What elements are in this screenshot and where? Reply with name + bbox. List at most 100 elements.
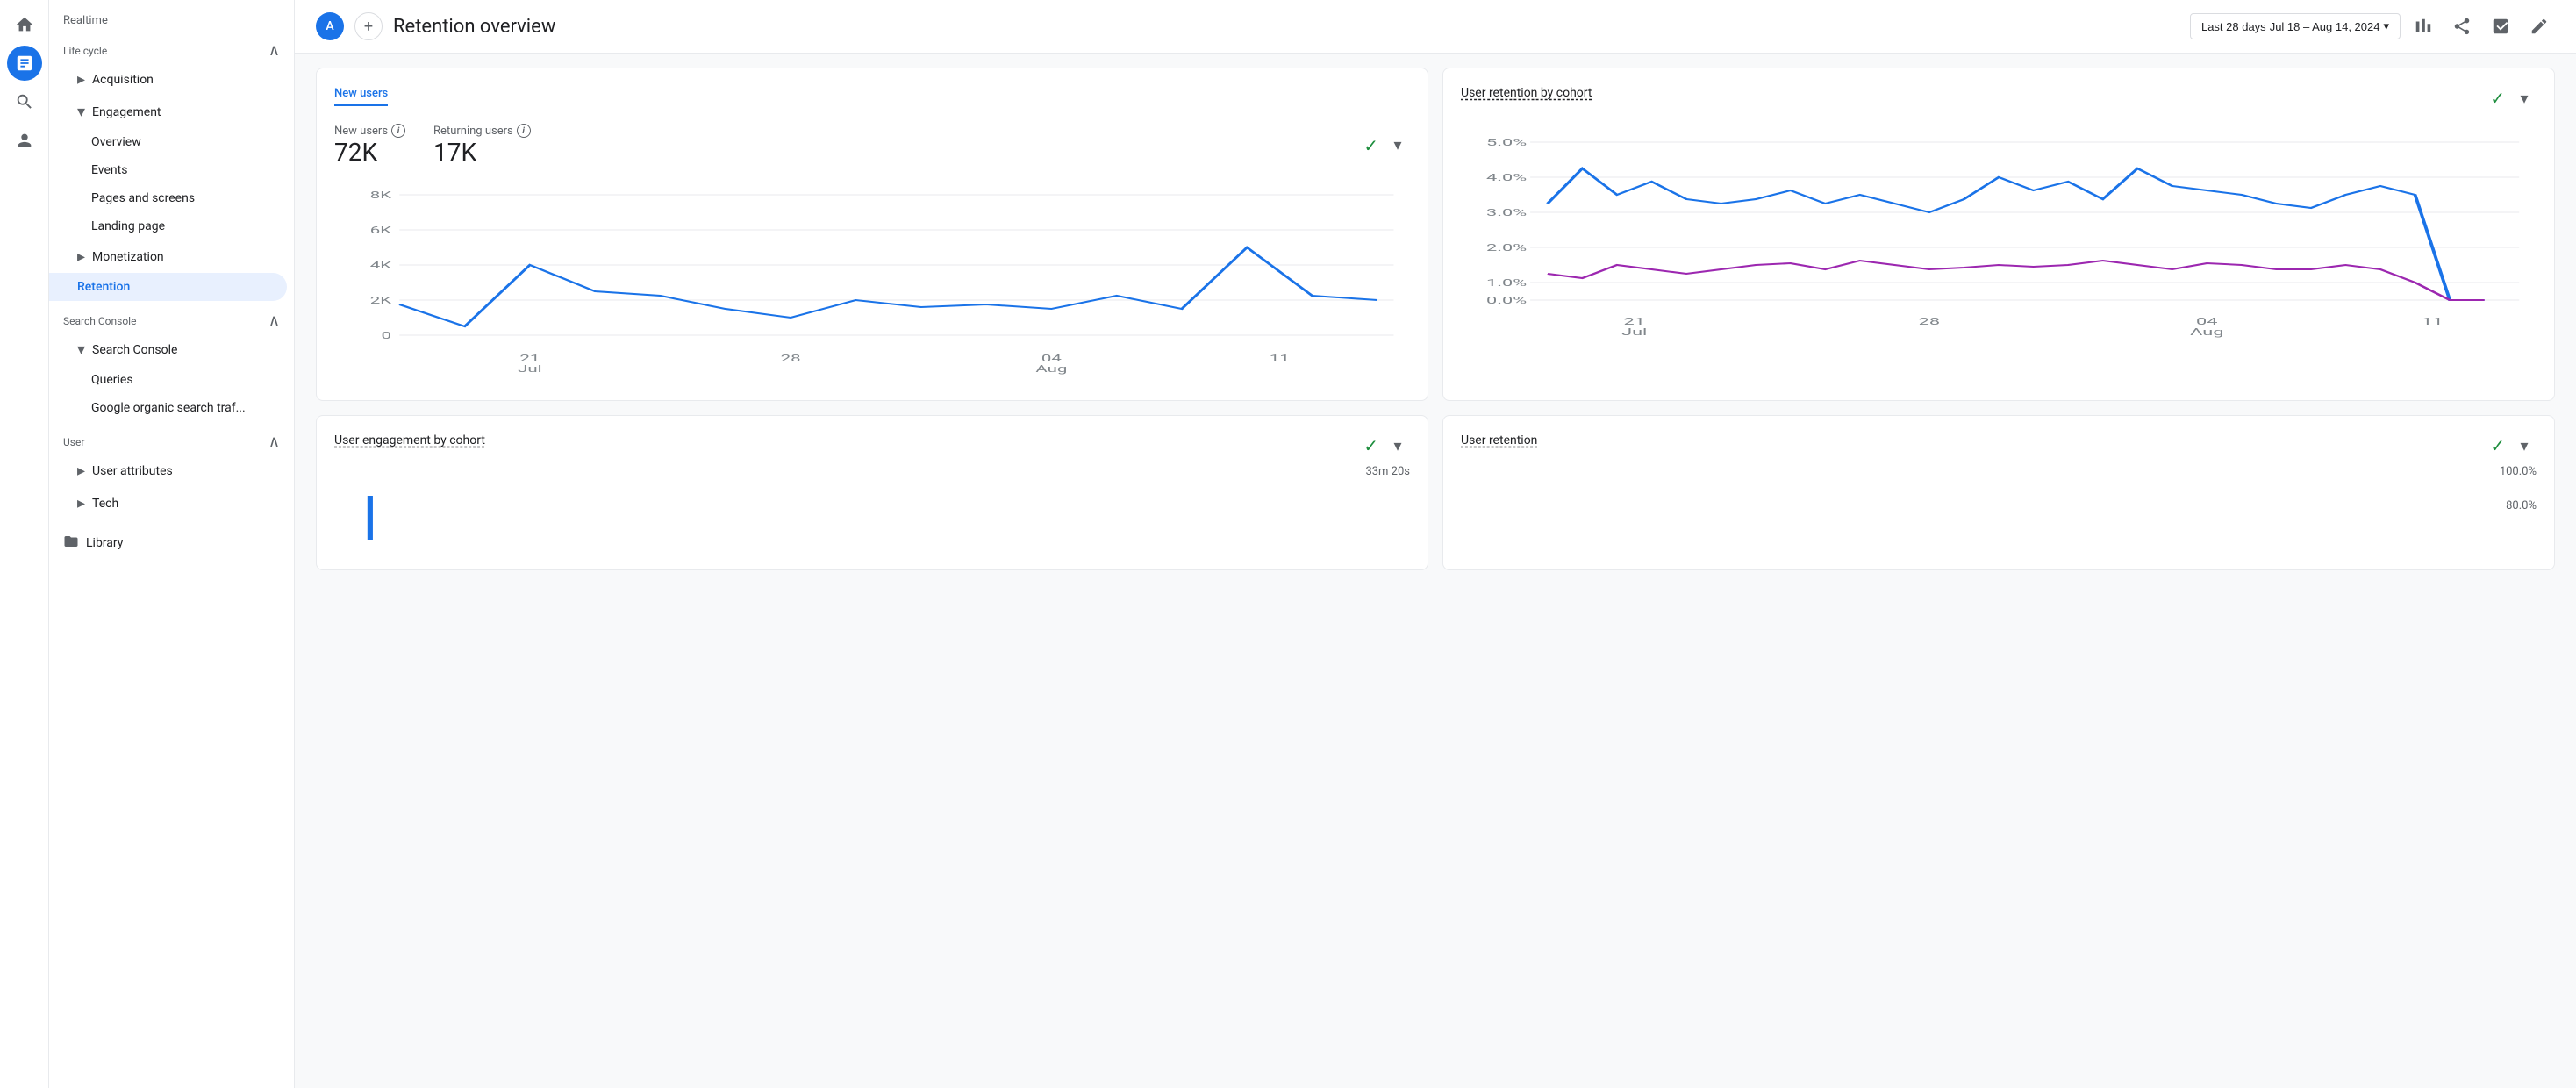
audience-icon[interactable] [7, 123, 42, 158]
library-label: Library [86, 536, 123, 550]
tech-expander: ▸ [77, 494, 85, 512]
sidebar-item-user-attributes[interactable]: ▸ User attributes [49, 455, 287, 487]
lifecycle-chevron[interactable]: ∧ [268, 41, 280, 60]
sidebar-item-retention[interactable]: Retention [49, 273, 287, 301]
landing-page-label: Landing page [91, 219, 165, 233]
user-attributes-label: User attributes [92, 464, 173, 478]
dashboard: New users New users i 72K Returning user… [295, 54, 2576, 584]
engagement-mini-chart [334, 478, 1410, 548]
metrics-row: New users i 72K Returning users i 17K [334, 124, 1410, 167]
search-console-chevron[interactable]: ∧ [268, 311, 280, 330]
sidebar-item-acquisition[interactable]: ▸ Acquisition [49, 63, 287, 96]
svg-text:04: 04 [2196, 316, 2218, 327]
svg-text:Aug: Aug [1035, 364, 1067, 376]
library-folder-icon [63, 533, 79, 553]
svg-text:11: 11 [2422, 316, 2443, 327]
cohort-check-icon: ✓ [2490, 88, 2505, 109]
date-range-button[interactable]: Last 28 days Jul 18 – Aug 14, 2024 ▾ [2190, 13, 2401, 39]
cohort-dropdown-btn[interactable]: ▾ [2512, 86, 2537, 111]
sc-parent-expander: ▾ [77, 340, 85, 359]
date-range-value: Jul 18 – Aug 14, 2024 [2270, 20, 2380, 33]
svg-text:3.0%: 3.0% [1486, 207, 1527, 218]
sidebar-item-search-console-parent[interactable]: ▾ Search Console [49, 333, 287, 366]
add-button[interactable]: + [354, 12, 383, 40]
main-chart-dropdown-btn[interactable]: ▾ [1385, 133, 1410, 158]
date-range-prefix: Last 28 days [2201, 20, 2266, 33]
sidebar-item-pages-screens[interactable]: Pages and screens [49, 184, 287, 212]
engagement-dropdown-btn[interactable]: ▾ [1385, 433, 1410, 458]
analytics-icon[interactable] [7, 46, 42, 81]
user-attributes-expander: ▸ [77, 462, 85, 480]
sidebar: Realtime Life cycle ∧ ▸ Acquisition ▾ En… [49, 0, 295, 1088]
icon-rail [0, 0, 49, 1088]
cohort-chart-controls: ✓ ▾ [2490, 86, 2537, 111]
sidebar-item-landing-page[interactable]: Landing page [49, 212, 287, 240]
home-icon[interactable] [7, 7, 42, 42]
svg-text:6K: 6K [370, 225, 392, 237]
retention-stat-value-1: 100.0% [2500, 465, 2537, 478]
new-users-label: New users [334, 125, 388, 138]
cohort-chart-top: User retention by cohort ✓ ▾ [1461, 86, 2537, 111]
new-users-info-icon[interactable]: i [391, 124, 405, 138]
queries-label: Queries [91, 373, 133, 387]
new-users-value: 72K [334, 138, 405, 167]
svg-text:4.0%: 4.0% [1486, 172, 1527, 183]
compare-icon[interactable] [2408, 11, 2439, 42]
lifecycle-label: Life cycle [63, 45, 107, 57]
monetization-expander: ▸ [77, 247, 85, 266]
svg-text:28: 28 [1919, 316, 1940, 327]
retention-dropdown-btn[interactable]: ▾ [2512, 433, 2537, 458]
svg-text:8K: 8K [370, 190, 392, 202]
top-charts-row: New users New users i 72K Returning user… [316, 68, 2555, 401]
sidebar-item-tech[interactable]: ▸ Tech [49, 487, 287, 519]
search-nav-icon[interactable] [7, 84, 42, 119]
edit-icon[interactable] [2523, 11, 2555, 42]
lifecycle-section-header[interactable]: Life cycle ∧ [49, 31, 294, 63]
user-chevron[interactable]: ∧ [268, 433, 280, 451]
sidebar-item-engagement[interactable]: ▾ Engagement [49, 96, 287, 128]
svg-text:Jul: Jul [518, 364, 541, 376]
engagement-stat-value: 33m 20s [334, 465, 1410, 478]
retention-check-icon: ✓ [2490, 435, 2505, 456]
sidebar-item-google-organic[interactable]: Google organic search traf... [49, 394, 287, 422]
insights-icon[interactable] [2485, 11, 2516, 42]
search-console-section-label: Search Console [63, 315, 136, 327]
new-users-tab[interactable]: New users [334, 87, 388, 106]
cohort-retention-chart-card: User retention by cohort ✓ ▾ [1442, 68, 2555, 401]
retention-stat-value-2: 80.0% [2506, 499, 2537, 512]
main-chart-controls: ✓ ▾ [1363, 124, 1410, 167]
sc-parent-label: Search Console [92, 343, 177, 357]
sidebar-item-monetization[interactable]: ▸ Monetization [49, 240, 287, 273]
svg-text:Aug: Aug [2190, 326, 2223, 338]
page-title: Retention overview [393, 16, 2179, 38]
search-console-section-header[interactable]: Search Console ∧ [49, 301, 294, 333]
user-section-label: User [63, 436, 84, 448]
overview-label: Overview [91, 135, 141, 149]
sidebar-item-queries[interactable]: Queries [49, 366, 287, 394]
svg-text:0.0%: 0.0% [1486, 295, 1527, 306]
date-range-chevron-icon: ▾ [2383, 19, 2389, 33]
engagement-check-icon: ✓ [1363, 435, 1378, 456]
engagement-label: Engagement [92, 105, 161, 119]
returning-users-metric: Returning users i 17K [433, 124, 531, 167]
returning-users-value: 17K [433, 138, 531, 167]
bottom-cards-row: User engagement by cohort ✓ ▾ 33m 20s Us… [316, 415, 2555, 570]
share-icon[interactable] [2446, 11, 2478, 42]
main-chart-check-icon: ✓ [1363, 135, 1378, 156]
returning-users-info-icon[interactable]: i [517, 124, 531, 138]
sidebar-item-events[interactable]: Events [49, 156, 287, 184]
main-content: A + Retention overview Last 28 days Jul … [295, 0, 2576, 1088]
sidebar-item-overview[interactable]: Overview [49, 128, 287, 156]
svg-text:1.0%: 1.0% [1486, 277, 1527, 289]
pages-screens-label: Pages and screens [91, 191, 195, 205]
user-section-header[interactable]: User ∧ [49, 422, 294, 455]
svg-text:4K: 4K [370, 261, 392, 272]
realtime-label: Realtime [49, 7, 294, 31]
engagement-cohort-card: User engagement by cohort ✓ ▾ 33m 20s [316, 415, 1428, 570]
svg-text:04: 04 [1041, 354, 1062, 365]
svg-text:28: 28 [781, 354, 801, 365]
svg-text:21: 21 [519, 354, 540, 365]
monetization-label: Monetization [92, 250, 164, 264]
sidebar-item-library[interactable]: Library [49, 526, 287, 560]
engagement-chart-controls: ✓ ▾ [1363, 433, 1410, 458]
